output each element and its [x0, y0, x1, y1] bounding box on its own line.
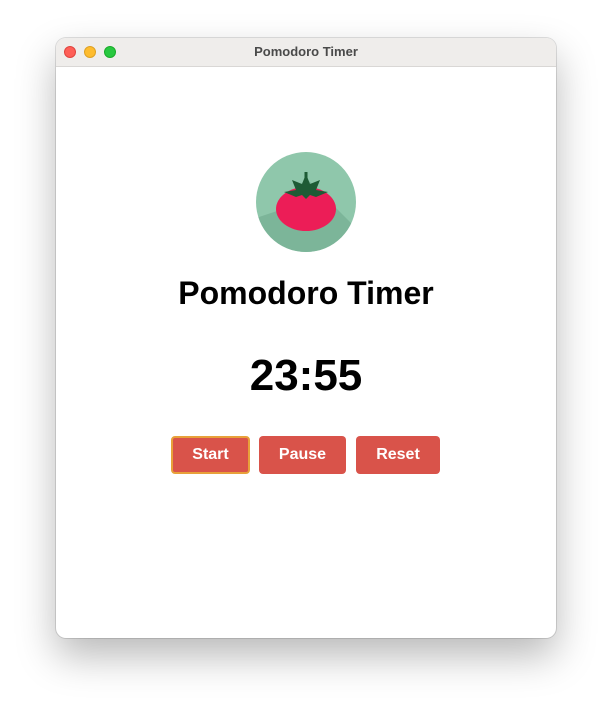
window-title: Pomodoro Timer	[254, 44, 358, 59]
timer-display: 23:55	[249, 351, 363, 400]
tomato-icon	[256, 152, 356, 252]
reset-button[interactable]: Reset	[356, 436, 440, 474]
page-title: Pomodoro Timer	[178, 275, 434, 311]
app-window: Pomodoro Timer Pomodoro Timer 23:55 Star…	[56, 38, 556, 638]
pause-button[interactable]: Pause	[259, 436, 346, 474]
title-bar[interactable]: Pomodoro Timer	[56, 38, 556, 67]
start-button[interactable]: Start	[171, 436, 250, 474]
main-content: Pomodoro Timer 23:55 Start Pause Reset	[56, 67, 556, 638]
